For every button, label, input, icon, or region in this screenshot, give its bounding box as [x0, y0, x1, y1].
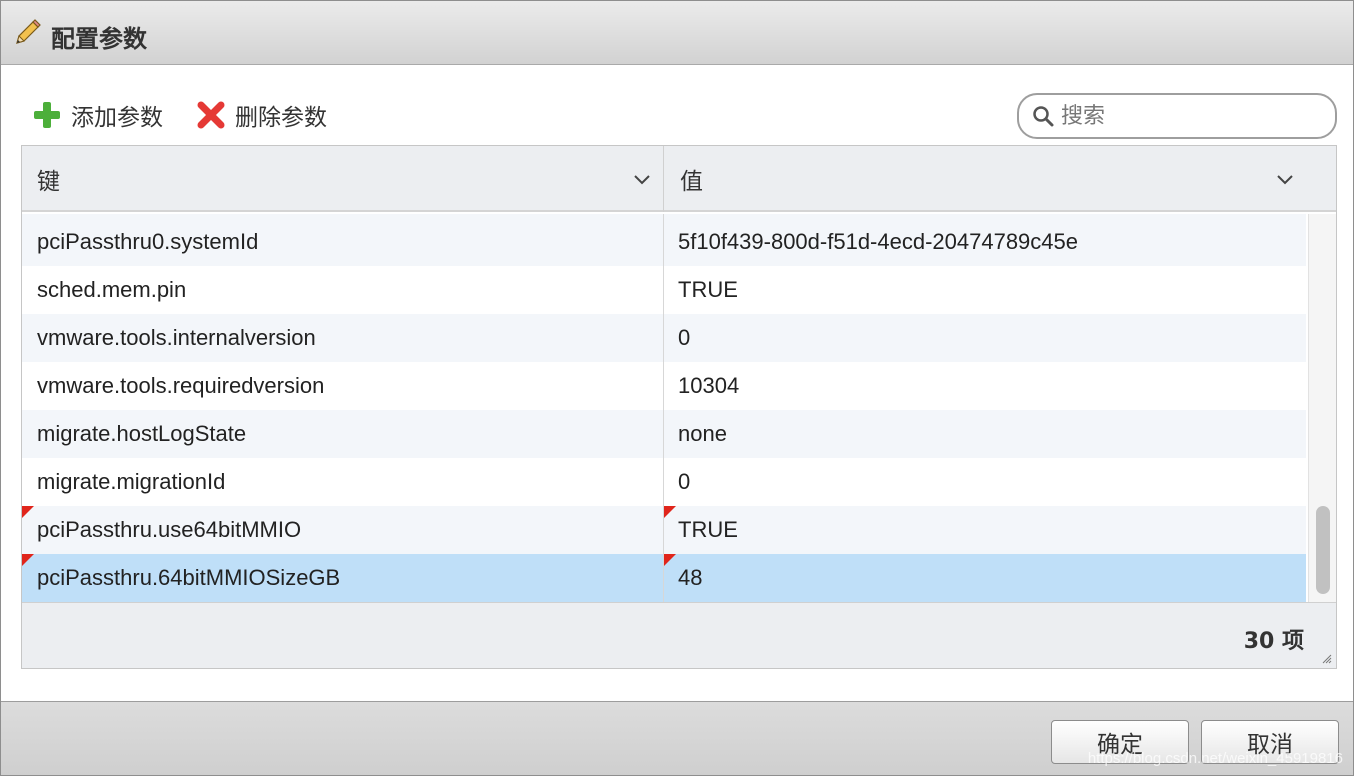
column-header-key-label: 键 — [37, 169, 60, 195]
cell-value-text: 10304 — [678, 373, 740, 398]
cell-value[interactable]: 5f10f439-800d-f51d-4ecd-20474789c45e — [664, 214, 1306, 266]
modified-flag-icon — [664, 554, 676, 566]
delete-parameter-label: 删除参数 — [235, 105, 327, 131]
cell-value-text: 48 — [678, 565, 703, 590]
cell-value[interactable]: 48 — [664, 554, 1306, 602]
table-header: 键 值 — [22, 146, 1336, 212]
table-row[interactable]: vmware.tools.internalversion 0 — [22, 314, 1306, 362]
cell-key[interactable]: vmware.tools.internalversion — [22, 314, 664, 362]
cell-key-text: pciPassthru0.systemId — [37, 229, 259, 254]
cell-value-text: 0 — [678, 325, 691, 350]
modified-flag-icon — [664, 506, 676, 518]
cell-value[interactable]: none — [664, 410, 1306, 458]
table-row[interactable]: migrate.hostLogState none — [22, 410, 1306, 458]
cell-value[interactable]: TRUE — [664, 506, 1306, 554]
table-row[interactable]: pciPassthru.use64bitMMIO TRUE — [22, 506, 1306, 554]
chevron-down-icon[interactable] — [632, 172, 652, 186]
cell-key[interactable]: pciPassthru.use64bitMMIO — [22, 506, 664, 554]
pencil-icon — [16, 19, 41, 44]
add-parameter-button[interactable]: 添加参数 — [31, 97, 163, 133]
cell-key-text: sched.mem.pin — [37, 277, 187, 302]
table-row[interactable]: vmware.tools.requiredversion 10304 — [22, 362, 1306, 410]
table-row[interactable]: pciPassthru.64bitMMIOSizeGB 48 — [22, 554, 1306, 602]
cell-key[interactable]: sched.mem.pin — [22, 266, 664, 314]
cell-value-text: 0 — [678, 469, 691, 494]
scrollbar-thumb[interactable] — [1316, 506, 1330, 594]
table-footer: 30 项 — [22, 602, 1336, 668]
cell-value[interactable]: 0 — [664, 314, 1306, 362]
cell-key[interactable]: migrate.hostLogState — [22, 410, 664, 458]
vertical-scrollbar[interactable] — [1308, 214, 1336, 602]
search-input[interactable] — [1061, 103, 1311, 129]
cell-key-text: vmware.tools.requiredversion — [37, 373, 325, 398]
cell-key-text: pciPassthru.use64bitMMIO — [37, 517, 302, 542]
cell-key-text: pciPassthru.64bitMMIOSizeGB — [37, 565, 341, 590]
watermark: https://blog.csdn.net/weixin_45919816 — [1087, 750, 1343, 767]
item-count: 30 项 — [1243, 629, 1304, 654]
plus-icon — [34, 102, 60, 128]
cell-value-text: 5f10f439-800d-f51d-4ecd-20474789c45e — [678, 229, 1078, 254]
cell-value[interactable]: 0 — [664, 458, 1306, 506]
table-body: pciPassthru0.systemId 5f10f439-800d-f51d-… — [22, 214, 1306, 602]
cell-value-text: TRUE — [678, 517, 738, 542]
search-box — [1017, 93, 1337, 139]
column-header-value[interactable]: 值 — [665, 146, 1336, 212]
cell-value-text: TRUE — [678, 277, 738, 302]
cell-value[interactable]: TRUE — [664, 266, 1306, 314]
cell-value[interactable]: 10304 — [664, 362, 1306, 410]
column-header-value-label: 值 — [680, 169, 703, 195]
cell-key[interactable]: vmware.tools.requiredversion — [22, 362, 664, 410]
dialog-footer: 确定 取消 https://blog.csdn.net/weixin_45919… — [1, 701, 1353, 775]
config-parameters-dialog: 配置参数 添加参数 删除参数 键 — [0, 0, 1354, 776]
cell-key-text: vmware.tools.internalversion — [37, 325, 316, 350]
table-row[interactable]: pciPassthru0.systemId 5f10f439-800d-f51d-… — [22, 214, 1306, 266]
parameters-table: 键 值 pciPassthru0.systemId 5f10f439-800d-f… — [21, 145, 1337, 669]
cell-key-text: migrate.hostLogState — [37, 421, 247, 446]
delete-parameter-button[interactable]: 删除参数 — [195, 97, 327, 133]
search-icon — [1033, 106, 1054, 127]
cell-key[interactable]: migrate.migrationId — [22, 458, 664, 506]
add-parameter-label: 添加参数 — [71, 105, 163, 131]
column-header-key[interactable]: 键 — [22, 146, 664, 212]
dialog-titlebar: 配置参数 — [1, 1, 1353, 65]
modified-flag-icon — [22, 554, 34, 566]
cell-key[interactable]: pciPassthru0.systemId — [22, 214, 664, 266]
resize-grip-icon[interactable] — [1320, 652, 1332, 664]
table-row[interactable]: migrate.migrationId 0 — [22, 458, 1306, 506]
cell-key[interactable]: pciPassthru.64bitMMIOSizeGB — [22, 554, 664, 602]
cell-value-text: none — [678, 421, 727, 446]
cell-key-text: migrate.migrationId — [37, 469, 226, 494]
dialog-title: 配置参数 — [51, 25, 147, 53]
modified-flag-icon — [22, 506, 34, 518]
table-row[interactable]: sched.mem.pin TRUE — [22, 266, 1306, 314]
delete-x-icon — [197, 101, 225, 129]
chevron-down-icon[interactable] — [1275, 172, 1295, 186]
